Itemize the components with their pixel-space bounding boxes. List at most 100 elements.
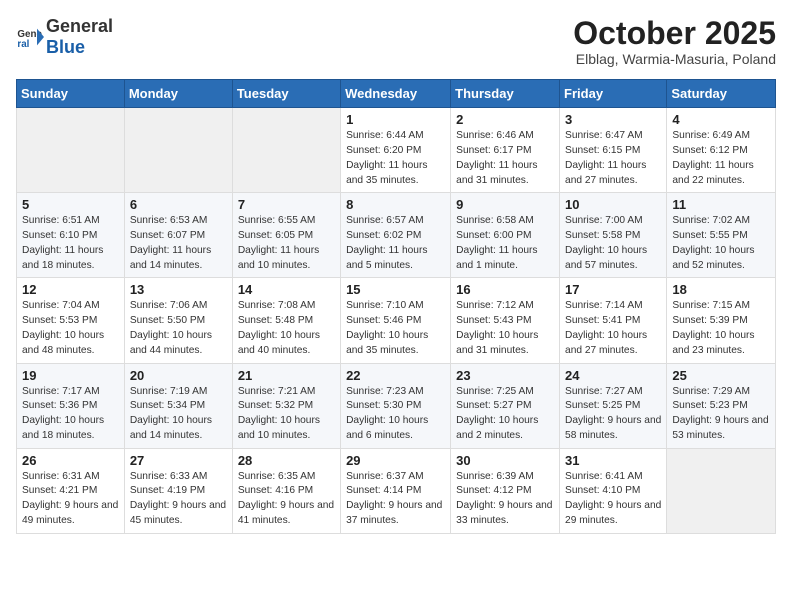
calendar-day-4: 4Sunrise: 6:49 AM Sunset: 6:12 PM Daylig… (667, 108, 776, 193)
calendar-day-23: 23 Sunrise: 7:25 AM Sunset: 5:27 PM Dayli… (451, 363, 560, 448)
calendar-day-14: 14 Sunrise: 7:08 AM Sunset: 5:48 PM Dayli… (232, 278, 340, 363)
day-number: 25 (672, 368, 770, 383)
day-number: 7 (238, 197, 335, 212)
calendar-day-15: 15 Sunrise: 7:10 AM Sunset: 5:46 PM Dayli… (341, 278, 451, 363)
calendar-day-2: 2Sunrise: 6:46 AM Sunset: 6:17 PM Daylig… (451, 108, 560, 193)
day-info: Sunrise: 7:02 AM Sunset: 5:55 PM Dayligh… (672, 214, 770, 273)
calendar-day-20: 20 Sunrise: 7:19 AM Sunset: 5:34 PM Dayli… (124, 363, 232, 448)
calendar-empty-cell (232, 108, 340, 193)
day-info: Sunrise: 6:57 AM Sunset: 6:02 PM Dayligh… (346, 214, 445, 273)
logo-general: General (46, 16, 113, 36)
day-number: 24 (565, 368, 661, 383)
logo-icon: Gene ral (16, 23, 44, 51)
day-info: Sunrise: 6:58 AM Sunset: 6:00 PM Dayligh… (456, 214, 554, 273)
day-number: 20 (130, 368, 227, 383)
day-header-sunday: Sunday (17, 80, 125, 108)
day-number: 23 (456, 368, 554, 383)
day-info: Sunrise: 6:44 AM Sunset: 6:20 PM Dayligh… (346, 129, 445, 188)
calendar-day-16: 16 Sunrise: 7:12 AM Sunset: 5:43 PM Dayli… (451, 278, 560, 363)
calendar-day-30: 30 Sunrise: 6:39 AM Sunset: 4:12 PM Dayli… (451, 448, 560, 533)
calendar-header-row: SundayMondayTuesdayWednesdayThursdayFrid… (17, 80, 776, 108)
day-number: 6 (130, 197, 227, 212)
day-number: 31 (565, 453, 661, 468)
calendar-day-18: 18Sunrise: 7:15 AM Sunset: 5:39 PM Dayli… (667, 278, 776, 363)
day-info: Sunrise: 6:41 AM Sunset: 4:10 PM Dayligh… (565, 470, 661, 529)
day-number: 10 (565, 197, 661, 212)
calendar-day-24: 24 Sunrise: 7:27 AM Sunset: 5:25 PM Dayli… (560, 363, 667, 448)
calendar-day-19: 19 Sunrise: 7:17 AM Sunset: 5:36 PM Dayli… (17, 363, 125, 448)
calendar-day-31: 31 Sunrise: 6:41 AM Sunset: 4:10 PM Dayli… (560, 448, 667, 533)
day-number: 12 (22, 282, 119, 297)
day-info: Sunrise: 7:17 AM Sunset: 5:36 PM Dayligh… (22, 385, 119, 444)
page-header: Gene ral General Blue October 2025 Elbla… (16, 16, 776, 67)
day-number: 22 (346, 368, 445, 383)
day-number: 14 (238, 282, 335, 297)
calendar-day-11: 11 Sunrise: 7:02 AM Sunset: 5:55 PM Dayli… (667, 193, 776, 278)
day-number: 27 (130, 453, 227, 468)
day-number: 4 (672, 112, 770, 127)
calendar-day-25: 25 Sunrise: 7:29 AM Sunset: 5:23 PM Dayli… (667, 363, 776, 448)
calendar-day-27: 27Sunrise: 6:33 AM Sunset: 4:19 PM Dayli… (124, 448, 232, 533)
calendar-day-8: 8 Sunrise: 6:57 AM Sunset: 6:02 PM Daylig… (341, 193, 451, 278)
day-info: Sunrise: 6:35 AM Sunset: 4:16 PM Dayligh… (238, 470, 335, 529)
calendar-day-26: 26 Sunrise: 6:31 AM Sunset: 4:21 PM Dayli… (17, 448, 125, 533)
day-info: Sunrise: 6:46 AM Sunset: 6:17 PM Dayligh… (456, 129, 554, 188)
calendar-day-22: 22Sunrise: 7:23 AM Sunset: 5:30 PM Dayli… (341, 363, 451, 448)
calendar-week-row: 1Sunrise: 6:44 AM Sunset: 6:20 PM Daylig… (17, 108, 776, 193)
day-info: Sunrise: 6:31 AM Sunset: 4:21 PM Dayligh… (22, 470, 119, 529)
calendar-week-row: 26 Sunrise: 6:31 AM Sunset: 4:21 PM Dayli… (17, 448, 776, 533)
svg-text:ral: ral (17, 39, 29, 50)
day-info: Sunrise: 7:12 AM Sunset: 5:43 PM Dayligh… (456, 299, 554, 358)
day-header-thursday: Thursday (451, 80, 560, 108)
day-info: Sunrise: 7:15 AM Sunset: 5:39 PM Dayligh… (672, 299, 770, 358)
day-number: 26 (22, 453, 119, 468)
day-info: Sunrise: 7:29 AM Sunset: 5:23 PM Dayligh… (672, 385, 770, 444)
day-number: 28 (238, 453, 335, 468)
calendar-day-17: 17Sunrise: 7:14 AM Sunset: 5:41 PM Dayli… (560, 278, 667, 363)
month-title: October 2025 (573, 16, 776, 51)
location-subtitle: Elblag, Warmia-Masuria, Poland (573, 51, 776, 67)
calendar-day-12: 12 Sunrise: 7:04 AM Sunset: 5:53 PM Dayli… (17, 278, 125, 363)
day-number: 9 (456, 197, 554, 212)
logo-blue: Blue (46, 37, 85, 57)
calendar-day-9: 9 Sunrise: 6:58 AM Sunset: 6:00 PM Daylig… (451, 193, 560, 278)
day-info: Sunrise: 7:08 AM Sunset: 5:48 PM Dayligh… (238, 299, 335, 358)
day-info: Sunrise: 6:37 AM Sunset: 4:14 PM Dayligh… (346, 470, 445, 529)
day-number: 30 (456, 453, 554, 468)
calendar-day-1: 1Sunrise: 6:44 AM Sunset: 6:20 PM Daylig… (341, 108, 451, 193)
logo: Gene ral General Blue (16, 16, 113, 58)
day-info: Sunrise: 6:47 AM Sunset: 6:15 PM Dayligh… (565, 129, 661, 188)
day-header-tuesday: Tuesday (232, 80, 340, 108)
calendar-day-28: 28 Sunrise: 6:35 AM Sunset: 4:16 PM Dayli… (232, 448, 340, 533)
day-info: Sunrise: 7:10 AM Sunset: 5:46 PM Dayligh… (346, 299, 445, 358)
day-info: Sunrise: 7:21 AM Sunset: 5:32 PM Dayligh… (238, 385, 335, 444)
day-info: Sunrise: 6:51 AM Sunset: 6:10 PM Dayligh… (22, 214, 119, 273)
day-info: Sunrise: 7:27 AM Sunset: 5:25 PM Dayligh… (565, 385, 661, 444)
day-info: Sunrise: 7:06 AM Sunset: 5:50 PM Dayligh… (130, 299, 227, 358)
day-number: 19 (22, 368, 119, 383)
day-number: 15 (346, 282, 445, 297)
day-number: 3 (565, 112, 661, 127)
day-info: Sunrise: 6:39 AM Sunset: 4:12 PM Dayligh… (456, 470, 554, 529)
calendar-day-5: 5 Sunrise: 6:51 AM Sunset: 6:10 PM Daylig… (17, 193, 125, 278)
day-info: Sunrise: 7:04 AM Sunset: 5:53 PM Dayligh… (22, 299, 119, 358)
day-number: 8 (346, 197, 445, 212)
calendar-week-row: 19 Sunrise: 7:17 AM Sunset: 5:36 PM Dayli… (17, 363, 776, 448)
day-number: 29 (346, 453, 445, 468)
day-number: 11 (672, 197, 770, 212)
day-header-saturday: Saturday (667, 80, 776, 108)
day-number: 5 (22, 197, 119, 212)
day-number: 13 (130, 282, 227, 297)
calendar-day-6: 6 Sunrise: 6:53 AM Sunset: 6:07 PM Daylig… (124, 193, 232, 278)
day-header-friday: Friday (560, 80, 667, 108)
day-info: Sunrise: 6:53 AM Sunset: 6:07 PM Dayligh… (130, 214, 227, 273)
day-info: Sunrise: 7:25 AM Sunset: 5:27 PM Dayligh… (456, 385, 554, 444)
day-info: Sunrise: 7:00 AM Sunset: 5:58 PM Dayligh… (565, 214, 661, 273)
calendar-day-13: 13 Sunrise: 7:06 AM Sunset: 5:50 PM Dayli… (124, 278, 232, 363)
calendar-day-3: 3 Sunrise: 6:47 AM Sunset: 6:15 PM Daylig… (560, 108, 667, 193)
calendar-day-29: 29 Sunrise: 6:37 AM Sunset: 4:14 PM Dayli… (341, 448, 451, 533)
calendar-week-row: 5 Sunrise: 6:51 AM Sunset: 6:10 PM Daylig… (17, 193, 776, 278)
day-info: Sunrise: 7:19 AM Sunset: 5:34 PM Dayligh… (130, 385, 227, 444)
day-number: 16 (456, 282, 554, 297)
calendar-week-row: 12 Sunrise: 7:04 AM Sunset: 5:53 PM Dayli… (17, 278, 776, 363)
